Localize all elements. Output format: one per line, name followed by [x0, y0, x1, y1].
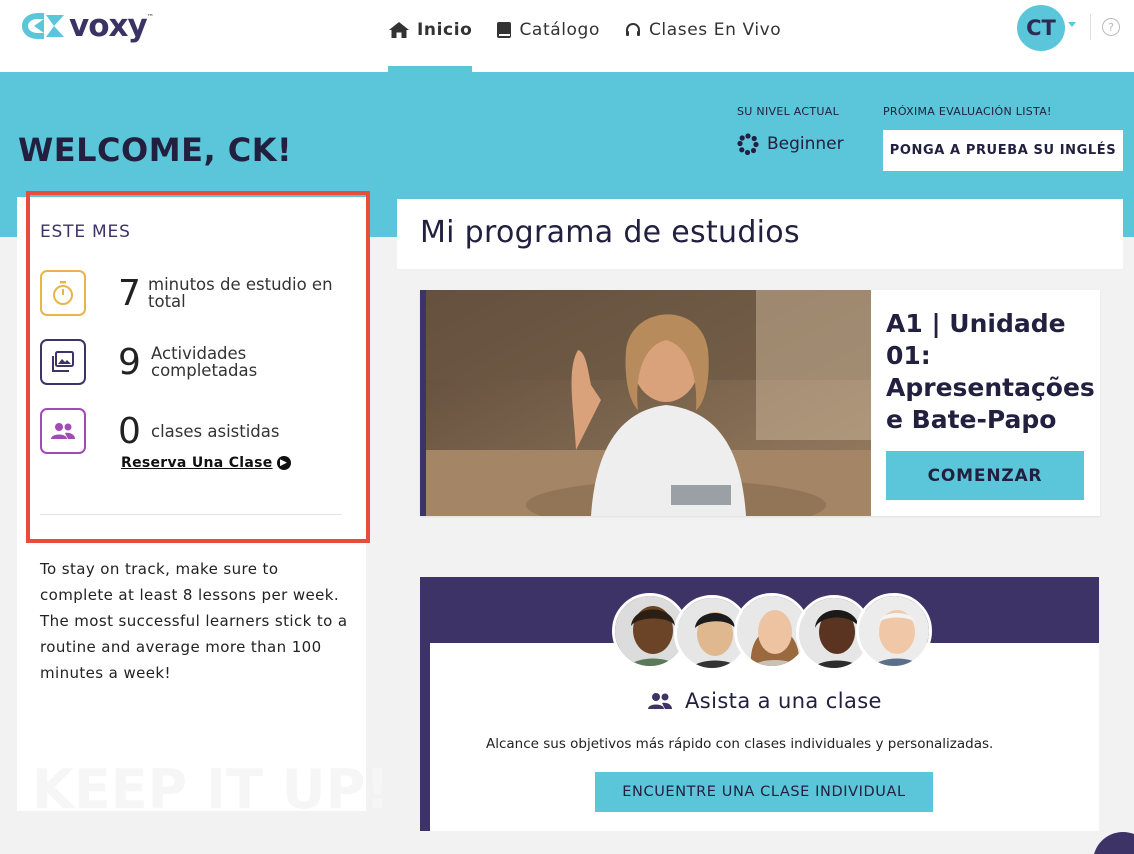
- find-individual-class-button[interactable]: ENCUENTRE UNA CLASE INDIVIDUAL: [595, 772, 933, 812]
- people-icon: [648, 693, 672, 709]
- classes-attended-label: clases asistidas: [151, 422, 280, 441]
- divider: [1090, 14, 1091, 40]
- level-progress-icon: [737, 133, 759, 155]
- voxy-logo-icon: [22, 13, 64, 39]
- start-lesson-button[interactable]: COMENZAR: [886, 451, 1084, 500]
- nav-item-label: Catálogo: [519, 20, 600, 40]
- chat-widget-button[interactable]: [1093, 832, 1134, 854]
- live-class-subtitle: Alcance sus objetivos más rápido con cla…: [486, 736, 994, 752]
- classes-attended-value: 0: [118, 411, 141, 452]
- nav-item-label: Clases En Vivo: [648, 20, 782, 40]
- study-minutes-label: minutos de estudio en total: [148, 275, 333, 311]
- headset-icon: [625, 23, 640, 36]
- nav-item-label: Inicio: [417, 20, 473, 40]
- main-nav: Inicio Catálogo Clases En Vivo: [388, 0, 805, 72]
- stats-title: ESTE MES: [40, 222, 131, 242]
- divider: [40, 514, 342, 515]
- gallery-icon: [40, 339, 86, 385]
- home-icon: [389, 22, 409, 38]
- level-text: Beginner: [767, 134, 844, 154]
- book-class-link[interactable]: Reserva Una Clase ▶: [121, 455, 291, 471]
- welcome-heading: WELCOME, CK!: [18, 131, 293, 169]
- level-label: SU NIVEL ACTUAL: [737, 105, 840, 118]
- lesson-image: [420, 290, 871, 516]
- people-icon: [40, 408, 86, 454]
- book-class-link-label: Reserva Una Clase: [121, 455, 273, 471]
- user-avatar[interactable]: CT: [1017, 5, 1065, 51]
- voxy-logo[interactable]: voxy ™: [20, 10, 154, 42]
- live-class-title: Asista a una clase: [647, 689, 882, 713]
- level-value: Beginner: [737, 133, 844, 155]
- activities-value: 9: [118, 342, 141, 383]
- nav-item-clases-en-vivo[interactable]: Clases En Vivo: [624, 0, 781, 60]
- arrow-right-icon: ▶: [276, 456, 291, 470]
- tutor-photo: [856, 593, 932, 669]
- help-icon[interactable]: ?: [1102, 18, 1120, 36]
- study-minutes-value: 7: [118, 273, 141, 314]
- evaluation-label: PRÓXIMA EVALUACIÓN LISTA!: [883, 105, 1052, 118]
- activities-label: Actividades completadas: [151, 344, 258, 380]
- trademark-mark: ™: [146, 13, 154, 21]
- lesson-title: A1 | Unidade 01: Apresentações e Bate-Pa…: [886, 309, 1095, 434]
- chevron-down-icon[interactable]: [1068, 22, 1076, 27]
- tutor-photos: [612, 593, 932, 673]
- nav-item-inicio[interactable]: Inicio: [388, 0, 473, 72]
- live-class-title-text: Asista a una clase: [685, 689, 882, 713]
- study-tip-text: To stay on track, make sure to complete …: [40, 560, 348, 682]
- program-title: Mi programa de estudios: [420, 215, 800, 250]
- nav-item-catalogo[interactable]: Catálogo: [496, 0, 600, 60]
- stopwatch-icon: [40, 270, 86, 316]
- keep-it-up-watermark: KEEP IT UP!: [32, 758, 390, 821]
- book-icon: [497, 22, 512, 38]
- brand-name: voxy: [69, 8, 148, 44]
- take-english-test-button[interactable]: PONGA A PRUEBA SU INGLÉS: [883, 130, 1123, 171]
